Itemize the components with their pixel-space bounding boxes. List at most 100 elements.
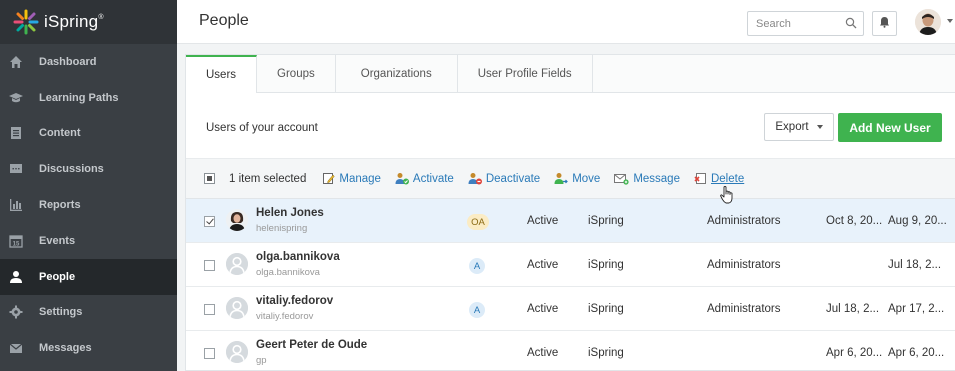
date-text: Aug 9, 20... <box>888 215 947 227</box>
manage-icon <box>323 173 335 184</box>
selection-toolbar: 1 item selected Manage Activate Deactiva… <box>186 159 955 199</box>
user-login: olga.bannikova <box>256 267 320 278</box>
manage-button[interactable]: Manage <box>322 172 381 185</box>
chevron-down-icon[interactable] <box>947 19 953 23</box>
envelope-icon <box>9 341 23 355</box>
activate-user-icon <box>395 173 409 185</box>
date-text: Jul 18, 2... <box>826 303 880 315</box>
sidebar-item-discussions[interactable]: Discussions <box>0 151 177 187</box>
gear-icon <box>9 305 23 319</box>
notifications-button[interactable] <box>872 11 897 36</box>
row-checkbox[interactable] <box>204 216 215 227</box>
sidebar-item-label: Events <box>39 234 76 247</box>
row-checkbox[interactable] <box>204 304 215 315</box>
sidebar-item-events[interactable]: 15 Events <box>0 223 177 259</box>
table-row[interactable]: vitaliy.fedorov vitaliy.fedorov A Active… <box>186 287 955 331</box>
sidebar-item-settings[interactable]: Settings <box>0 295 177 331</box>
deactivate-button[interactable]: Deactivate <box>468 172 540 185</box>
role-badge: OA <box>467 214 489 230</box>
user-login: helenispring <box>256 223 308 234</box>
default-avatar-icon <box>226 253 248 275</box>
home-icon <box>9 55 23 69</box>
search-icon[interactable] <box>845 17 857 32</box>
tabs: Users Groups Organizations User Profile … <box>186 55 955 93</box>
tab-users[interactable]: Users <box>186 55 258 93</box>
person-icon <box>9 270 23 284</box>
activate-button[interactable]: Activate <box>395 172 454 185</box>
add-new-user-button[interactable]: Add New User <box>838 113 942 142</box>
sidebar-item-label: Discussions <box>39 163 104 176</box>
date-text: Oct 8, 20... <box>826 215 883 227</box>
logo[interactable]: iSpring® <box>0 0 177 44</box>
export-label: Export <box>775 121 809 133</box>
sidebar-item-content[interactable]: Content <box>0 116 177 152</box>
trademark: ® <box>98 14 104 21</box>
message-button[interactable]: Message <box>614 173 680 185</box>
message-icon <box>614 173 629 185</box>
top-header: People Search <box>177 0 955 44</box>
user-name[interactable]: Geert Peter de Oude <box>256 339 367 351</box>
move-user-icon <box>554 173 569 184</box>
group-text: Administrators <box>707 259 781 271</box>
ispring-logo-icon <box>12 8 40 36</box>
chat-icon <box>9 162 23 176</box>
document-icon <box>9 126 23 140</box>
table-row[interactable]: Helen Jones helenispring OA Active iSpri… <box>186 199 955 243</box>
row-checkbox[interactable] <box>204 260 215 271</box>
user-avatar[interactable] <box>915 9 941 35</box>
sidebar-item-label: Messages <box>39 342 92 355</box>
bar-chart-icon <box>9 198 23 212</box>
default-avatar-icon <box>226 341 248 363</box>
sidebar: iSpring® Dashboard Learning Paths Conten… <box>0 0 177 371</box>
sidebar-item-messages[interactable]: Messages <box>0 330 177 366</box>
manage-label: Manage <box>339 172 381 185</box>
bell-icon <box>879 16 890 31</box>
graduation-cap-icon <box>9 91 23 105</box>
chevron-down-icon <box>816 125 823 129</box>
section-title: Users of your account <box>206 122 318 134</box>
group-text: Administrators <box>707 215 781 227</box>
user-name[interactable]: Helen Jones <box>256 207 324 219</box>
export-button[interactable]: Export <box>764 113 834 141</box>
select-all-checkbox[interactable] <box>204 173 215 184</box>
tab-organizations[interactable]: Organizations <box>336 55 458 92</box>
row-checkbox[interactable] <box>204 348 215 359</box>
search-input[interactable]: Search <box>747 11 864 36</box>
delete-icon <box>694 173 706 184</box>
avatar <box>226 209 248 231</box>
app-name: iSpring <box>44 12 99 31</box>
calendar-day: 15 <box>13 241 20 247</box>
user-name[interactable]: vitaliy.fedorov <box>256 295 333 307</box>
date-text: Jul 18, 2... <box>888 259 942 271</box>
status-text: Active <box>527 259 559 271</box>
default-avatar-icon <box>226 297 248 319</box>
search-placeholder: Search <box>756 17 791 30</box>
tab-groups[interactable]: Groups <box>257 55 336 92</box>
delete-button[interactable]: Delete <box>694 172 744 185</box>
hand-pointer-cursor-icon <box>720 186 734 207</box>
deactivate-label: Deactivate <box>485 172 541 185</box>
sidebar-item-label: Learning Paths <box>39 91 119 104</box>
move-button[interactable]: Move <box>554 172 600 185</box>
table-row[interactable]: Geert Peter de Oude gp Active iSpring Ap… <box>186 331 955 371</box>
date-text: Apr 17, 2... <box>888 303 945 315</box>
subheader: Users of your account Export Add New Use… <box>186 93 955 159</box>
date-text: Apr 6, 20... <box>888 347 945 359</box>
main-content: Users Groups Organizations User Profile … <box>177 44 955 371</box>
users-panel: Users Groups Organizations User Profile … <box>185 54 955 371</box>
sidebar-item-label: Reports <box>39 199 81 212</box>
user-name[interactable]: olga.bannikova <box>256 251 340 263</box>
table-row[interactable]: olga.bannikova olga.bannikova A Active i… <box>186 243 955 287</box>
sidebar-item-people[interactable]: People <box>0 258 177 295</box>
sidebar-item-reports[interactable]: Reports <box>0 187 177 223</box>
tab-user-profile-fields[interactable]: User Profile Fields <box>458 55 593 92</box>
user-login: gp <box>256 355 267 366</box>
sidebar-item-dashboard[interactable]: Dashboard <box>0 44 177 80</box>
status-text: Active <box>527 347 559 359</box>
deactivate-user-icon <box>468 173 482 185</box>
user-login: vitaliy.fedorov <box>256 311 314 322</box>
date-text: Apr 6, 20... <box>826 347 883 359</box>
organization-text: iSpring <box>588 215 624 227</box>
sidebar-item-learning-paths[interactable]: Learning Paths <box>0 80 177 116</box>
sidebar-item-label: Dashboard <box>39 55 97 68</box>
